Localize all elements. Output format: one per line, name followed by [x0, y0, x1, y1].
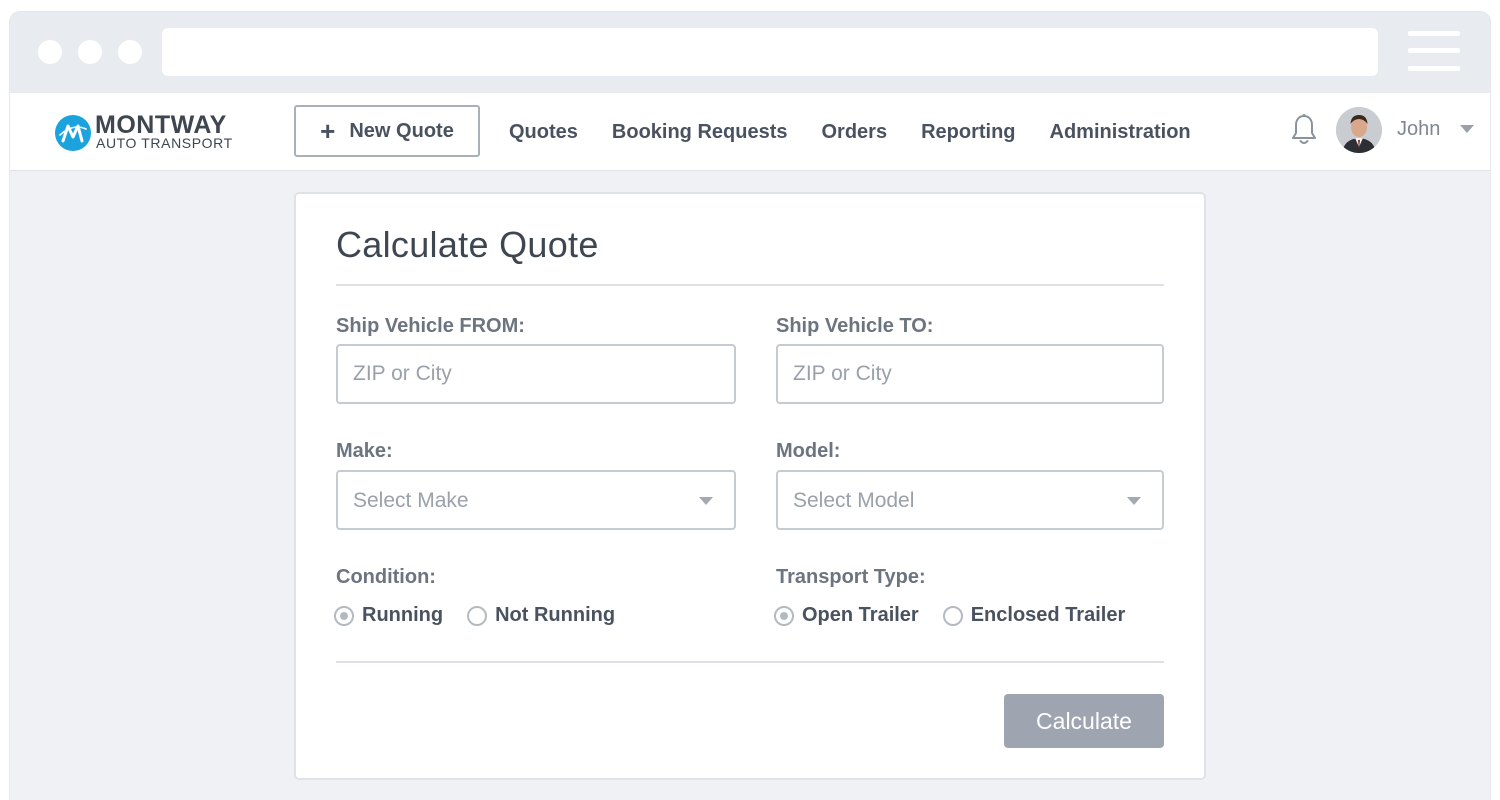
transport-open-option[interactable]: Open Trailer: [774, 604, 919, 627]
title-divider: [336, 284, 1164, 286]
to-label: Ship Vehicle TO:: [776, 315, 934, 337]
nav-link-administration[interactable]: Administration: [1050, 121, 1191, 144]
logo-tagline: AUTO TRANSPORT: [96, 135, 233, 151]
model-label: Model:: [776, 440, 841, 462]
new-quote-button[interactable]: + New Quote: [294, 105, 480, 157]
nav-link-booking-requests[interactable]: Booking Requests: [612, 121, 788, 144]
bell-icon[interactable]: [1290, 113, 1318, 147]
nav-link-quotes[interactable]: Quotes: [509, 121, 578, 144]
user-name[interactable]: John: [1397, 118, 1440, 141]
chevron-down-icon: [1127, 497, 1141, 505]
main-nav: Quotes Booking Requests Orders Reporting…: [509, 93, 1191, 171]
radio-not-running[interactable]: [467, 605, 488, 626]
radio-running[interactable]: [334, 605, 354, 626]
nav-link-reporting[interactable]: Reporting: [921, 121, 1015, 144]
window-minimize-dot[interactable]: [78, 40, 102, 64]
montway-logo[interactable]: MONTWAY AUTO TRANSPORT: [55, 112, 245, 153]
condition-label: Condition:: [336, 566, 436, 588]
to-zip-input[interactable]: [776, 344, 1164, 404]
transport-enclosed-option[interactable]: Enclosed Trailer: [942, 604, 1126, 627]
window-close-dot[interactable]: [38, 40, 62, 64]
from-zip-input[interactable]: [336, 344, 736, 404]
window-maximize-dot[interactable]: [118, 40, 142, 64]
user-avatar[interactable]: [1336, 107, 1382, 153]
radio-not-running-label: Not Running: [495, 604, 616, 626]
radio-running-label: Running: [362, 604, 444, 626]
browser-chrome: [10, 12, 1490, 93]
address-bar[interactable]: [162, 28, 1378, 76]
chevron-down-icon: [699, 497, 713, 505]
transport-type-radio-group: Open Trailer Enclosed Trailer: [774, 604, 1149, 627]
condition-running-option[interactable]: Running: [334, 604, 443, 627]
model-select[interactable]: Select Model: [776, 470, 1164, 530]
make-select-value: Select Make: [353, 489, 469, 512]
radio-open-trailer[interactable]: [774, 605, 794, 626]
model-select-value: Select Model: [793, 489, 915, 512]
page-title: Calculate Quote: [336, 224, 599, 265]
user-menu-caret-icon[interactable]: [1460, 125, 1474, 133]
radio-enclosed-trailer-label: Enclosed Trailer: [970, 604, 1126, 626]
radio-enclosed-trailer[interactable]: [942, 605, 963, 626]
logo-m-icon: [55, 115, 91, 151]
make-label: Make:: [336, 440, 393, 462]
condition-radio-group: Running Not Running: [334, 604, 639, 627]
footer-divider: [336, 661, 1164, 663]
make-select[interactable]: Select Make: [336, 470, 736, 530]
calculate-button[interactable]: Calculate: [1004, 694, 1164, 748]
transport-type-label: Transport Type:: [776, 566, 926, 588]
calculate-quote-card: Calculate Quote Ship Vehicle FROM: Ship …: [294, 192, 1206, 780]
new-quote-label: New Quote: [349, 119, 454, 142]
nav-link-orders[interactable]: Orders: [821, 121, 887, 144]
radio-open-trailer-label: Open Trailer: [802, 604, 919, 626]
condition-not-running-option[interactable]: Not Running: [467, 604, 615, 627]
from-label: Ship Vehicle FROM:: [336, 315, 525, 337]
plus-icon: +: [320, 116, 336, 146]
browser-menu-icon[interactable]: [1408, 31, 1460, 73]
top-navbar: MONTWAY AUTO TRANSPORT + New Quote Quote…: [10, 93, 1490, 171]
browser-window: MONTWAY AUTO TRANSPORT + New Quote Quote…: [10, 12, 1490, 800]
